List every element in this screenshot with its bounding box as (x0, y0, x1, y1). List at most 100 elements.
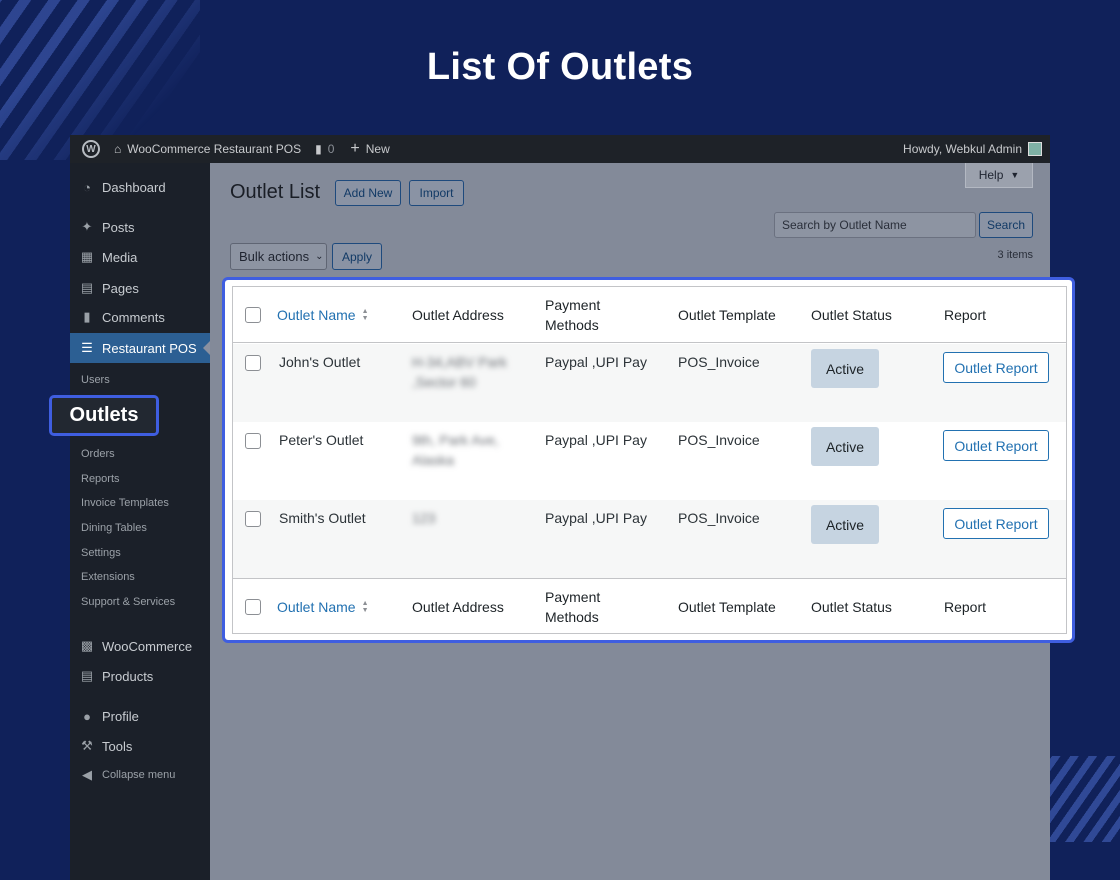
submenu-outlets[interactable]: Outlets (49, 395, 159, 436)
sidebar-item-comments[interactable]: ▮ Comments (70, 309, 210, 325)
row-checkbox[interactable] (245, 433, 261, 449)
column-outlet-template: Outlet Template (678, 307, 776, 323)
column-payment-methods-footer: Payment Methods (545, 589, 601, 625)
page-title: Outlet List (230, 181, 321, 203)
admin-sidebar: ◔ Dashboard ✦ Posts ▦ Media ▤ Pages ▮ Co… (70, 163, 210, 880)
outlet-report-button[interactable]: Outlet Report (943, 508, 1049, 539)
new-content-link[interactable]: + New (350, 140, 389, 158)
decorative-stripes-bottom-right (1048, 756, 1120, 842)
outlet-table-highlight: Outlet Name ▲ ▼ Outlet Address Payment Me… (222, 277, 1075, 643)
comment-bubble-icon: ▮ (315, 142, 322, 156)
archive-icon: ▤ (80, 668, 94, 683)
wrench-icon: ⚒ (81, 738, 93, 753)
comment-icon: ▮ (83, 309, 91, 324)
site-name-link[interactable]: ⌂ WooCommerce Restaurant POS (114, 142, 301, 156)
column-outlet-status: Outlet Status (811, 307, 892, 323)
status-badge: Active (811, 505, 879, 544)
wordpress-logo-icon: W (82, 140, 100, 158)
outlet-report-button[interactable]: Outlet Report (943, 430, 1049, 461)
column-outlet-name-footer[interactable]: Outlet Name ▲ ▼ (277, 597, 369, 617)
column-report-footer: Report (944, 599, 987, 615)
payment-methods: Paypal ,UPI Pay (545, 510, 647, 526)
submenu-orders[interactable]: Orders (81, 448, 115, 460)
sort-icon: ▲ ▼ (361, 308, 369, 322)
apply-button[interactable]: Apply (332, 243, 382, 270)
column-outlet-address-footer: Outlet Address (412, 599, 504, 615)
row-checkbox[interactable] (245, 355, 261, 371)
sidebar-item-restaurant-pos[interactable]: ☰ Restaurant POS (70, 333, 210, 363)
row-checkbox[interactable] (245, 511, 261, 527)
select-all-checkbox-footer[interactable] (245, 599, 261, 615)
collapse-icon: ◀ (82, 767, 92, 782)
pages-icon: ▤ (80, 280, 94, 295)
account-menu[interactable]: Howdy, Webkul Admin (903, 142, 1042, 156)
outlet-name[interactable]: Smith's Outlet (279, 508, 366, 528)
plus-icon: + (350, 140, 360, 157)
new-label: New (365, 142, 390, 156)
table-header: Outlet Name ▲ ▼ Outlet Address Payment Me… (233, 287, 1066, 343)
avatar (1028, 142, 1042, 156)
column-outlet-address: Outlet Address (412, 307, 504, 323)
submenu-settings[interactable]: Settings (81, 547, 121, 559)
sidebar-item-profile[interactable]: ● Profile (70, 708, 210, 724)
status-badge: Active (811, 349, 879, 388)
outlet-template: POS_Invoice (678, 510, 760, 526)
chevron-down-icon: ⌄ (315, 251, 324, 262)
payment-methods: Paypal ,UPI Pay (545, 354, 647, 370)
outlet-template: POS_Invoice (678, 432, 760, 448)
comments-link[interactable]: ▮ 0 (315, 142, 334, 156)
collapse-menu-button[interactable]: ◀ Collapse menu (70, 767, 210, 783)
sidebar-item-posts[interactable]: ✦ Posts (70, 219, 210, 235)
outlet-address: 9th, Park Ave, Alaska (412, 432, 499, 468)
sidebar-item-dashboard[interactable]: ◔ Dashboard (70, 179, 210, 195)
column-outlet-template-footer: Outlet Template (678, 599, 776, 615)
sidebar-item-woocommerce[interactable]: ▩ WooCommerce (70, 638, 210, 654)
hero-title: List Of Outlets (426, 46, 694, 88)
bulk-actions-select[interactable]: Bulk actions ⌄ (230, 243, 327, 270)
comments-count: 0 (327, 142, 335, 156)
sidebar-item-media[interactable]: ▦ Media (70, 249, 210, 265)
home-icon: ⌂ (114, 142, 122, 156)
search-input[interactable]: Search by Outlet Name (774, 212, 976, 238)
table-row: Smith's Outlet 123 Paypal ,UPI Pay POS_I… (233, 500, 1066, 578)
media-icon: ▦ (80, 249, 94, 264)
sidebar-item-pages[interactable]: ▤ Pages (70, 280, 210, 296)
payment-methods: Paypal ,UPI Pay (545, 432, 647, 448)
outlet-table: Outlet Name ▲ ▼ Outlet Address Payment Me… (232, 286, 1067, 634)
admin-bar: W ⌂ WooCommerce Restaurant POS ▮ 0 + New… (70, 135, 1050, 163)
submenu-support-services[interactable]: Support & Services (81, 596, 175, 608)
outlet-name[interactable]: John's Outlet (279, 352, 360, 372)
wordpress-logo-button[interactable]: W (82, 140, 100, 158)
outlet-report-button[interactable]: Outlet Report (943, 352, 1049, 383)
select-all-checkbox[interactable] (245, 307, 261, 323)
add-new-button[interactable]: Add New (335, 180, 401, 206)
column-payment-methods: Payment Methods (545, 297, 601, 333)
outlet-address: H-34,ABV Park ,Sector 60 (412, 354, 507, 390)
user-icon: ● (83, 708, 91, 724)
status-badge: Active (811, 427, 879, 466)
submenu-invoice-templates[interactable]: Invoice Templates (81, 497, 169, 509)
sidebar-item-products[interactable]: ▤ Products (70, 668, 210, 684)
help-tab[interactable]: Help ▼ (965, 163, 1033, 188)
submenu-extensions[interactable]: Extensions (81, 571, 135, 583)
column-outlet-name[interactable]: Outlet Name ▲ ▼ (277, 305, 369, 325)
sort-icon: ▲ ▼ (361, 600, 369, 614)
items-count: 3 items (997, 249, 1033, 261)
table-footer: Outlet Name ▲ ▼ Outlet Address Payment Me… (233, 578, 1066, 634)
search-button[interactable]: Search (979, 212, 1033, 238)
outlet-address: 123 (412, 510, 436, 526)
outlet-name[interactable]: Peter's Outlet (279, 430, 363, 450)
dashboard-icon: ◔ (83, 179, 91, 195)
site-name: WooCommerce Restaurant POS (127, 142, 302, 156)
submenu-dining-tables[interactable]: Dining Tables (81, 522, 147, 534)
import-button[interactable]: Import (409, 180, 464, 206)
cutlery-icon: ☰ (81, 340, 93, 355)
table-row: John's Outlet H-34,ABV Park ,Sector 60 P… (233, 344, 1066, 422)
submenu-reports[interactable]: Reports (81, 473, 120, 485)
submenu-users[interactable]: Users (81, 374, 110, 386)
table-row: Peter's Outlet 9th, Park Ave, Alaska Pay… (233, 422, 1066, 500)
greeting: Howdy, Webkul Admin (903, 142, 1022, 156)
column-outlet-status-footer: Outlet Status (811, 599, 892, 615)
outlet-template: POS_Invoice (678, 354, 760, 370)
sidebar-item-tools[interactable]: ⚒ Tools (70, 738, 210, 754)
